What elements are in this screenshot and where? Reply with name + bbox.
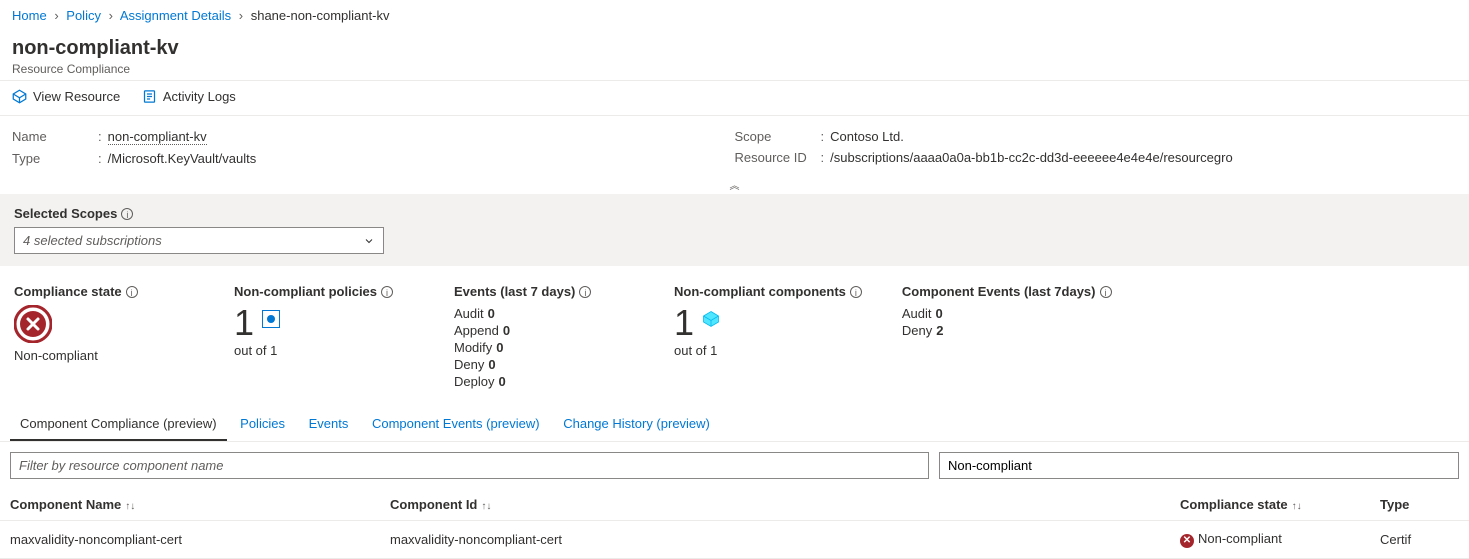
stat-events: Events (last 7 days) i Audit0 Append0 Mo… — [454, 284, 634, 390]
stat-noncompliant-policies: Non-compliant policies i 1 out of 1 — [234, 284, 414, 390]
activity-logs-label: Activity Logs — [163, 89, 236, 104]
stats-panel: Compliance state i Non-compliant Non-com… — [0, 266, 1469, 408]
prop-name-label: Name — [12, 129, 92, 145]
toolbar: View Resource Activity Logs — [0, 81, 1469, 116]
prop-name-value[interactable]: non-compliant-kv — [108, 129, 207, 145]
noncompliant-policies-count: 1 — [234, 305, 254, 341]
prop-scope-label: Scope — [735, 129, 815, 144]
info-icon[interactable]: i — [121, 208, 133, 220]
error-circle-icon — [14, 305, 52, 343]
info-icon[interactable]: i — [381, 286, 393, 298]
cube-outline-icon — [12, 89, 27, 104]
compliance-state-value: Non-compliant — [14, 348, 194, 363]
scopes-dropdown[interactable]: 4 selected subscriptions — [14, 227, 384, 254]
tab-change-history[interactable]: Change History (preview) — [553, 408, 720, 439]
stat-component-events: Component Events (last 7days) i Audit0 D… — [902, 284, 1112, 390]
prop-resid-label: Resource ID — [735, 150, 815, 165]
table-row[interactable]: maxvalidity-noncompliant-cert maxvalidit… — [0, 521, 1469, 559]
cell-component-name: maxvalidity-noncompliant-cert — [0, 521, 380, 559]
chevron-down-icon — [363, 235, 375, 247]
cell-component-id: maxvalidity-noncompliant-cert — [380, 521, 1170, 559]
stat-noncompliant-components: Non-compliant components i 1 out of 1 — [674, 284, 862, 390]
activity-logs-button[interactable]: Activity Logs — [142, 89, 236, 104]
sort-icon: ↑↓ — [125, 501, 135, 512]
policy-icon — [262, 310, 280, 328]
components-table: Component Name↑↓ Component Id↑↓ Complian… — [0, 489, 1469, 559]
prop-type-value: /Microsoft.KeyVault/vaults — [108, 151, 257, 166]
sort-icon: ↑↓ — [481, 501, 491, 512]
noncompliant-components-count: 1 — [674, 305, 694, 341]
sort-icon: ↑↓ — [1292, 501, 1302, 512]
breadcrumb-assignment[interactable]: Assignment Details — [120, 8, 231, 23]
scopes-label: Selected Scopes i — [14, 206, 1455, 221]
tabs: Component Compliance (preview) Policies … — [0, 408, 1469, 442]
prop-scope-value: Contoso Ltd. — [830, 129, 904, 144]
th-component-id[interactable]: Component Id↑↓ — [380, 489, 1170, 521]
info-icon[interactable]: i — [1100, 286, 1112, 298]
breadcrumb: Home › Policy › Assignment Details › sha… — [0, 0, 1469, 31]
breadcrumb-sep: › — [239, 8, 243, 23]
properties-right: Scope : Contoso Ltd. Resource ID : /subs… — [735, 126, 1458, 169]
breadcrumb-sep: › — [54, 8, 58, 23]
cube-icon — [702, 310, 720, 328]
error-icon: ✕ — [1180, 534, 1194, 548]
cell-type: Certif — [1370, 521, 1469, 559]
collapse-toggle[interactable]: ︽ — [0, 175, 1469, 194]
filter-row — [0, 442, 1469, 489]
noncompliant-components-sub: out of 1 — [674, 343, 862, 358]
info-icon[interactable]: i — [126, 286, 138, 298]
info-icon[interactable]: i — [579, 286, 591, 298]
tab-component-events[interactable]: Component Events (preview) — [362, 408, 550, 439]
filter-input[interactable] — [10, 452, 929, 479]
cell-compliance: ✕Non-compliant — [1170, 521, 1370, 559]
tab-policies[interactable]: Policies — [230, 408, 295, 439]
page-title: non-compliant-kv — [12, 37, 1457, 60]
scopes-selected-text: 4 selected subscriptions — [23, 233, 162, 248]
info-icon[interactable]: i — [850, 286, 862, 298]
page-subtitle: Resource Compliance — [12, 62, 1457, 76]
compliance-filter-dropdown[interactable] — [939, 452, 1459, 479]
view-resource-label: View Resource — [33, 89, 120, 104]
log-icon — [142, 89, 157, 104]
prop-resid-value: /subscriptions/aaaa0a0a-bb1b-cc2c-dd3d-e… — [830, 150, 1233, 165]
tab-component-compliance[interactable]: Component Compliance (preview) — [10, 408, 227, 441]
noncompliant-policies-sub: out of 1 — [234, 343, 414, 358]
scopes-panel: Selected Scopes i 4 selected subscriptio… — [0, 194, 1469, 266]
stat-compliance-state: Compliance state i Non-compliant — [14, 284, 194, 390]
properties-left: Name : non-compliant-kv Type : /Microsof… — [12, 126, 735, 169]
page-header: non-compliant-kv Resource Compliance — [0, 31, 1469, 81]
th-type[interactable]: Type — [1370, 489, 1469, 521]
tab-events[interactable]: Events — [299, 408, 359, 439]
breadcrumb-home[interactable]: Home — [12, 8, 47, 23]
th-compliance-state[interactable]: Compliance state↑↓ — [1170, 489, 1370, 521]
properties-panel: Name : non-compliant-kv Type : /Microsof… — [0, 116, 1469, 175]
breadcrumb-current: shane-non-compliant-kv — [251, 8, 390, 23]
view-resource-button[interactable]: View Resource — [12, 89, 120, 104]
breadcrumb-policy[interactable]: Policy — [66, 8, 101, 23]
breadcrumb-sep: › — [109, 8, 113, 23]
prop-type-label: Type — [12, 151, 92, 166]
th-component-name[interactable]: Component Name↑↓ — [0, 489, 380, 521]
